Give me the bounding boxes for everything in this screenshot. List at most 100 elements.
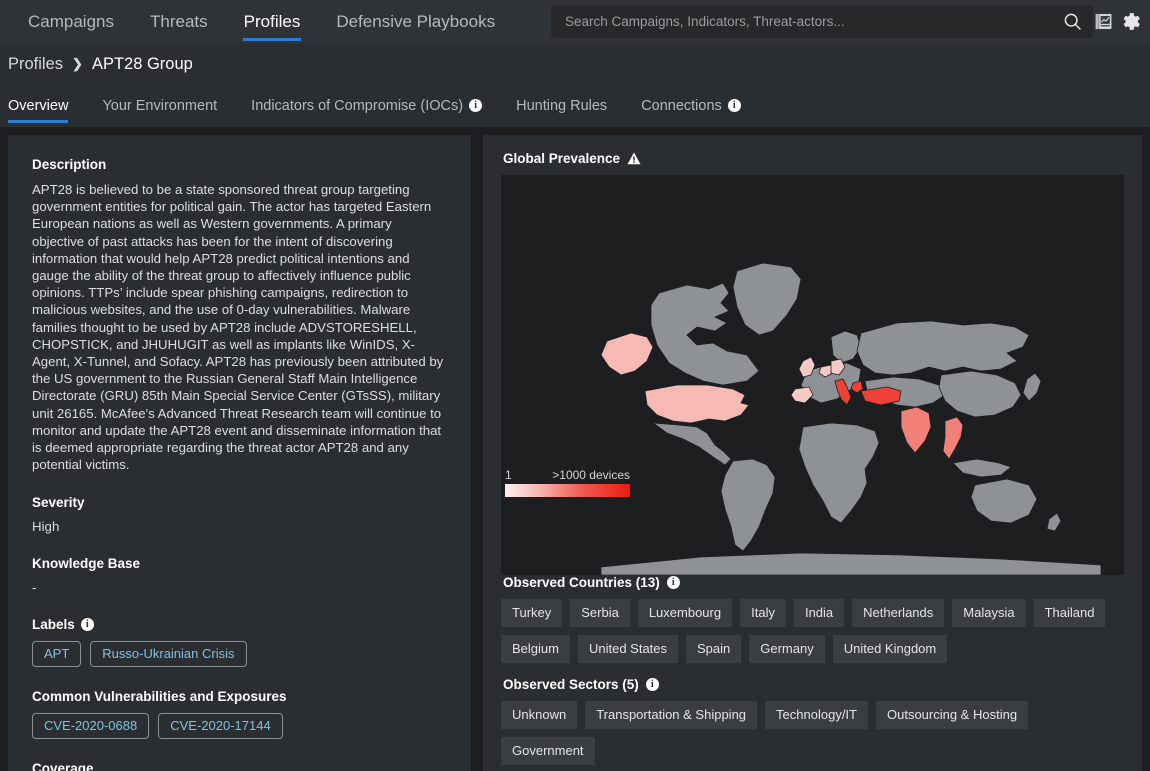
prevalence-panel: Global Prevalence 1 >1000 devices Observ… xyxy=(483,135,1142,771)
tab-label: Indicators of Compromise (IOCs) xyxy=(251,97,464,114)
tab-hunting-rules[interactable]: Hunting Rules xyxy=(516,85,621,126)
map-legend-gradient-bar xyxy=(505,484,630,497)
knowledge-base-value: - xyxy=(32,580,37,596)
world-map[interactable]: 1 >1000 devices xyxy=(501,175,1124,575)
nav-item-defensive-playbooks[interactable]: Defensive Playbooks xyxy=(318,0,513,43)
nav-item-campaigns[interactable]: Campaigns xyxy=(10,0,132,43)
country-chip[interactable]: Germany xyxy=(749,635,825,663)
page-content: Description APT28 is believed to be a st… xyxy=(0,127,1150,771)
top-right-icons xyxy=(1094,0,1142,43)
map-country-united-states xyxy=(644,384,750,424)
country-chip[interactable]: Turkey xyxy=(501,599,563,627)
sector-chip[interactable]: Transportation & Shipping xyxy=(585,701,758,729)
search-input[interactable] xyxy=(551,14,1051,29)
report-icon[interactable] xyxy=(1094,12,1113,31)
map-legend: 1 >1000 devices xyxy=(505,468,630,497)
sector-chip[interactable]: Government xyxy=(501,737,595,765)
map-country-south-america xyxy=(720,458,776,552)
search-button[interactable] xyxy=(1051,5,1093,38)
info-icon[interactable]: i xyxy=(80,618,94,632)
description-heading: Description xyxy=(32,157,107,172)
map-country-spain xyxy=(790,386,814,404)
gear-icon[interactable] xyxy=(1121,11,1142,32)
country-chip[interactable]: Italy xyxy=(740,599,786,627)
breadcrumb-current: APT28 Group xyxy=(91,54,193,73)
tab-your-environment[interactable]: Your Environment xyxy=(102,85,231,126)
tab-connections[interactable]: Connections i xyxy=(641,85,755,126)
tab-indicators-of-compromise[interactable]: Indicators of Compromise (IOCs) i xyxy=(251,85,496,126)
country-chip[interactable]: Thailand xyxy=(1033,599,1106,627)
country-chip[interactable]: United States xyxy=(577,635,679,663)
country-chip[interactable]: India xyxy=(793,599,845,627)
observed-sectors-heading: Observed Sectors (5) i xyxy=(503,677,1124,692)
nav-item-label: Campaigns xyxy=(28,11,114,31)
cve-chip-row: CVE-2020-0688 CVE-2020-17144 xyxy=(32,713,447,740)
global-prevalence-heading: Global Prevalence xyxy=(503,151,1124,166)
map-legend-max: >1000 devices xyxy=(552,468,630,482)
country-chip[interactable]: Spain xyxy=(686,635,742,663)
info-icon[interactable]: i xyxy=(645,678,659,691)
top-navigation-bar: Campaigns Threats Profiles Defensive Pla… xyxy=(0,0,1150,43)
nav-item-label: Profiles xyxy=(243,11,301,31)
nav-item-label: Defensive Playbooks xyxy=(336,11,496,31)
description-text: APT28 is believed to be a state sponsore… xyxy=(32,182,444,473)
country-chip[interactable]: Malaysia xyxy=(952,599,1026,627)
country-chip[interactable]: United Kingdom xyxy=(832,635,948,663)
page-tabs: Overview Your Environment Indicators of … xyxy=(0,85,1150,127)
map-country-australia xyxy=(970,478,1038,524)
world-map-svg xyxy=(600,262,1102,575)
sector-chip[interactable]: Outsourcing & Hosting xyxy=(875,701,1029,729)
map-country-scandinavia xyxy=(830,330,862,364)
map-legend-min: 1 xyxy=(505,468,512,482)
breadcrumb: Profiles ❯ APT28 Group xyxy=(0,43,1150,85)
warning-triangle-icon[interactable] xyxy=(627,152,641,165)
main-nav-items: Campaigns Threats Profiles Defensive Pla… xyxy=(0,0,513,43)
profile-details-panel: Description APT28 is believed to be a st… xyxy=(8,135,471,771)
severity-value: High xyxy=(32,519,60,535)
nav-item-label: Threats xyxy=(150,11,208,31)
cve-chip[interactable]: CVE-2020-0688 xyxy=(32,713,150,740)
map-country-china xyxy=(938,370,1022,418)
breadcrumb-root-link[interactable]: Profiles xyxy=(8,55,63,74)
country-chip[interactable]: Luxembourg xyxy=(637,599,733,627)
country-chip[interactable]: Netherlands xyxy=(852,599,945,627)
labels-heading: Labels i xyxy=(32,617,447,632)
labels-chip-row: APT Russo-Ukrainian Crisis xyxy=(32,641,447,668)
tab-label: Your Environment xyxy=(102,97,218,114)
country-chip[interactable]: Serbia xyxy=(570,599,630,627)
map-country-alaska xyxy=(600,332,654,376)
map-country-mexico xyxy=(651,422,732,466)
global-prevalence-label: Global Prevalence xyxy=(503,151,621,166)
observed-sectors-list: Unknown Transportation & Shipping Techno… xyxy=(501,701,1124,765)
info-icon[interactable]: i xyxy=(727,99,741,112)
tab-label: Overview xyxy=(8,97,69,114)
severity-heading: Severity xyxy=(32,495,85,511)
label-chip[interactable]: Russo-Ukrainian Crisis xyxy=(90,641,247,668)
nav-item-threats[interactable]: Threats xyxy=(132,0,226,43)
map-legend-labels: 1 >1000 devices xyxy=(505,468,630,482)
map-country-greenland xyxy=(732,262,802,336)
tab-label: Hunting Rules xyxy=(516,97,608,114)
map-country-russia xyxy=(856,320,1030,376)
cve-chip[interactable]: CVE-2020-17144 xyxy=(158,713,283,740)
country-chip[interactable]: Belgium xyxy=(501,635,570,663)
breadcrumb-separator-icon: ❯ xyxy=(72,56,83,71)
label-chip[interactable]: APT xyxy=(32,641,82,668)
global-search xyxy=(551,5,1093,38)
tab-label: Connections xyxy=(641,97,722,114)
cve-heading: Common Vulnerabilities and Exposures xyxy=(32,689,287,705)
info-icon[interactable]: i xyxy=(469,99,483,112)
map-country-thailand-malaysia xyxy=(942,416,964,460)
sector-chip[interactable]: Technology/IT xyxy=(765,701,868,729)
observed-countries-list: Turkey Serbia Luxembourg Italy India Net… xyxy=(501,599,1124,663)
map-country-indonesia xyxy=(952,458,1012,478)
nav-item-profiles[interactable]: Profiles xyxy=(226,0,319,43)
tab-overview[interactable]: Overview xyxy=(8,85,82,126)
observed-sectors-label: Observed Sectors (5) xyxy=(503,677,639,692)
labels-heading-label: Labels xyxy=(32,617,75,633)
sector-chip[interactable]: Unknown xyxy=(501,701,578,729)
map-country-antarctica xyxy=(600,552,1102,575)
map-country-japan xyxy=(1022,372,1042,402)
map-country-africa xyxy=(798,422,880,524)
info-icon[interactable]: i xyxy=(666,576,680,589)
